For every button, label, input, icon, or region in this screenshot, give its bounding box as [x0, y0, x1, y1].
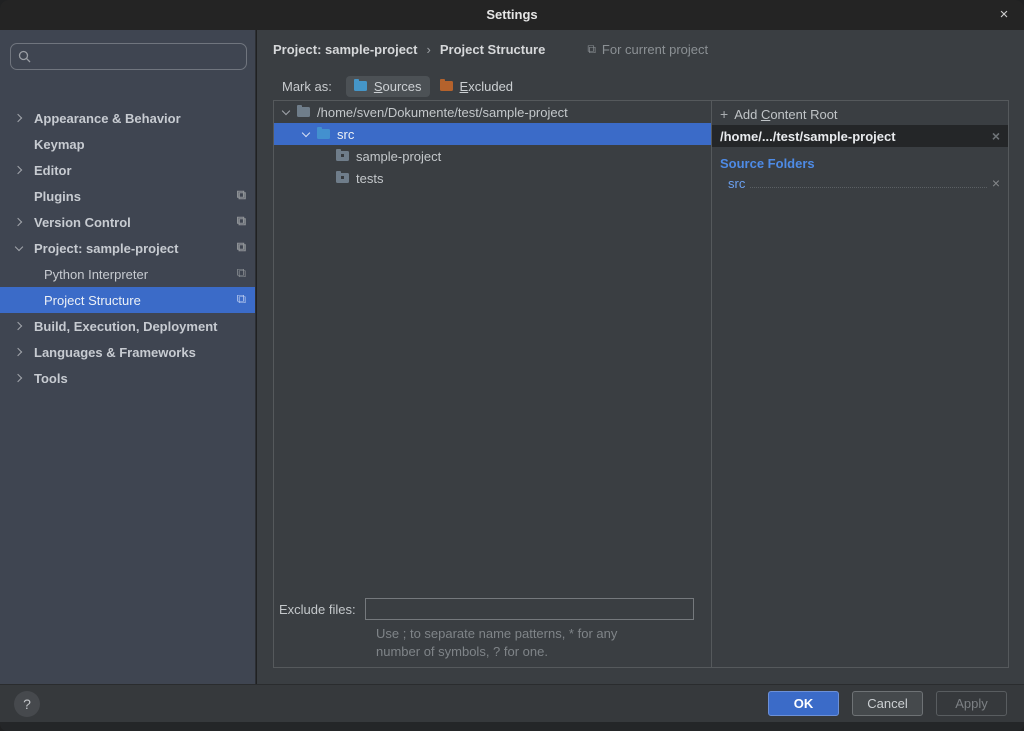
source-folder-name[interactable]: src [728, 176, 745, 191]
exclude-hint-line2: number of symbols, ? for one. [376, 643, 711, 661]
dialog-footer: ? OK Cancel Apply [0, 684, 1024, 722]
close-icon[interactable]: × [990, 0, 1018, 30]
chevron-down-icon [15, 244, 24, 253]
sidebar-item-appearance[interactable]: Appearance & Behavior [0, 105, 255, 131]
exclude-files-section: Exclude files: Use ; to separate name pa… [274, 598, 711, 661]
sidebar-item-label: Python Interpreter [44, 267, 148, 282]
tree-row-tests[interactable]: tests [274, 167, 711, 189]
scope-note: ⧉For current project [587, 42, 708, 57]
structure-panel: /home/sven/Dokumente/test/sample-project… [273, 100, 1009, 668]
sidebar-item-python-interpreter[interactable]: Python Interpreter ⧉ [0, 261, 255, 287]
source-folders-heading: Source Folders [720, 156, 1008, 171]
exclude-files-input[interactable] [365, 598, 694, 620]
settings-nav: Appearance & Behavior Keymap Editor Plug… [0, 105, 255, 391]
help-button[interactable]: ? [14, 691, 40, 717]
breadcrumb: Project: sample-project › Project Struct… [273, 38, 708, 60]
chevron-right-icon [15, 322, 24, 331]
sidebar-item-label: Project: sample-project [34, 241, 179, 256]
title-bar: Settings × [0, 0, 1024, 30]
chevron-right-icon [15, 348, 24, 357]
cancel-button[interactable]: Cancel [852, 691, 923, 716]
sidebar-item-label: Project Structure [44, 293, 141, 308]
source-folder-icon [317, 129, 330, 139]
exclude-files-label: Exclude files: [279, 602, 356, 617]
chevron-down-icon[interactable] [302, 130, 311, 139]
tree-row-content-root[interactable]: /home/sven/Dokumente/test/sample-project [274, 101, 711, 123]
breadcrumb-page: Project Structure [440, 42, 545, 57]
sidebar-item-plugins[interactable]: Plugins ⧉ [0, 183, 255, 209]
chevron-right-icon [15, 166, 24, 175]
per-project-settings-icon: ⧉ [237, 235, 246, 261]
search-input[interactable] [10, 43, 247, 70]
per-project-settings-icon: ⧉ [237, 183, 246, 209]
sidebar-item-editor[interactable]: Editor [0, 157, 255, 183]
folder-icon [297, 107, 310, 117]
window-bottom-edge [0, 722, 1024, 731]
breadcrumb-separator-icon: › [427, 42, 431, 57]
sidebar-item-build-execution[interactable]: Build, Execution, Deployment [0, 313, 255, 339]
sidebar-item-label: Build, Execution, Deployment [34, 319, 217, 334]
breadcrumb-project[interactable]: Project: sample-project [273, 42, 418, 57]
tree-row-sample-project[interactable]: sample-project [274, 145, 711, 167]
mark-sources-button[interactable]: Sources [346, 76, 430, 97]
settings-sidebar: Appearance & Behavior Keymap Editor Plug… [0, 30, 256, 684]
sidebar-item-project[interactable]: Project: sample-project ⧉ [0, 235, 255, 261]
sources-folder-icon [354, 81, 367, 91]
sidebar-item-label: Appearance & Behavior [34, 111, 181, 126]
content-roots-pane: + Add Content Root /home/.../test/sample… [712, 101, 1008, 667]
sidebar-item-label: Languages & Frameworks [34, 345, 196, 360]
folder-icon [336, 173, 349, 183]
mark-excluded-button[interactable]: Excluded [432, 76, 521, 97]
tree-row-label: sample-project [356, 149, 441, 164]
plus-icon: + [720, 106, 728, 122]
tree-row-label: src [337, 127, 354, 142]
sidebar-item-keymap[interactable]: Keymap [0, 131, 255, 157]
chevron-right-icon [15, 374, 24, 383]
exclude-hint-line1: Use ; to separate name patterns, * for a… [376, 625, 711, 643]
ok-button[interactable]: OK [768, 691, 839, 716]
sidebar-item-label: Editor [34, 163, 72, 178]
directory-tree: /home/sven/Dokumente/test/sample-project… [274, 101, 712, 667]
dotted-leader [750, 187, 986, 188]
per-project-settings-icon: ⧉ [237, 287, 246, 313]
chevron-right-icon [15, 218, 24, 227]
per-project-settings-icon: ⧉ [237, 261, 246, 287]
sidebar-item-label: Keymap [34, 137, 85, 152]
sidebar-item-project-structure[interactable]: Project Structure ⧉ [0, 287, 255, 313]
dialog-title: Settings [0, 0, 1024, 30]
content-root-row[interactable]: /home/.../test/sample-project × [712, 125, 1008, 147]
chevron-down-icon[interactable] [282, 108, 291, 117]
tree-row-label: tests [356, 171, 383, 186]
content-root-path: /home/.../test/sample-project [720, 129, 896, 144]
sidebar-item-label: Plugins [34, 189, 81, 204]
remove-source-folder-icon[interactable]: × [992, 175, 1000, 191]
remove-content-root-icon[interactable]: × [992, 128, 1000, 144]
tree-row-src[interactable]: src [274, 123, 711, 145]
sidebar-item-label: Version Control [34, 215, 131, 230]
per-project-settings-icon: ⧉ [237, 209, 246, 235]
apply-button[interactable]: Apply [936, 691, 1007, 716]
add-content-root-button[interactable]: + Add Content Root [712, 103, 1008, 125]
tree-row-label: /home/sven/Dokumente/test/sample-project [317, 105, 568, 120]
mark-as-label: Mark as: [282, 79, 332, 94]
per-project-settings-icon: ⧉ [587, 42, 596, 57]
settings-dialog: Settings × Appearance & Behavior Keymap … [0, 0, 1024, 731]
folder-icon [336, 151, 349, 161]
sidebar-item-languages-frameworks[interactable]: Languages & Frameworks [0, 339, 255, 365]
sidebar-item-tools[interactable]: Tools [0, 365, 255, 391]
source-folder-item[interactable]: src × [728, 175, 1000, 191]
sidebar-item-label: Tools [34, 371, 68, 386]
mark-as-toolbar: Mark as: Sources Excluded [282, 73, 521, 99]
main-content: Project: sample-project › Project Struct… [257, 30, 1024, 684]
excluded-folder-icon [440, 81, 453, 91]
sidebar-item-version-control[interactable]: Version Control ⧉ [0, 209, 255, 235]
chevron-right-icon [15, 114, 24, 123]
